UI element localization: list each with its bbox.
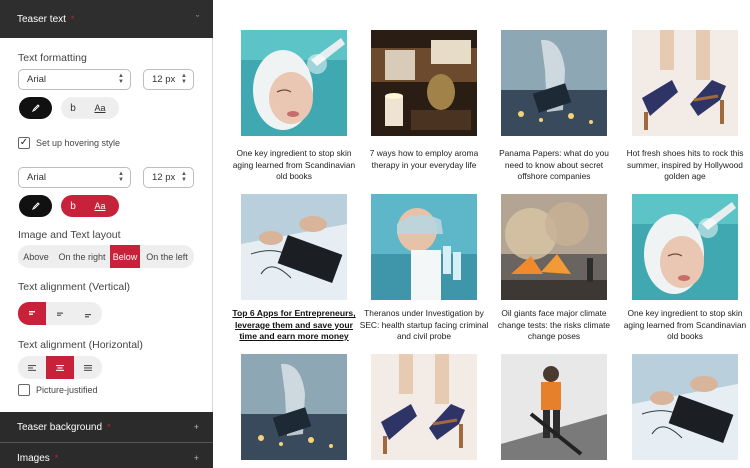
teaser-caption[interactable]: Hot fresh shoes hits to rock this summer… [620,148,750,183]
teaser-caption[interactable]: Top 6 Apps for Entrepreneurs, leverage t… [229,308,359,343]
align-middle-icon [57,312,63,316]
align-center-icon [56,364,64,371]
hover-font-family-select[interactable]: Arial ▲ ▼ [18,167,131,188]
images-section-header[interactable]: Images * + [0,443,213,468]
teaser-image[interactable] [241,194,347,300]
text-style-toggle: b Aa [61,97,119,119]
required-mark: * [54,453,59,463]
hover-style-checkbox[interactable]: ✓ [18,137,30,149]
teaser-caption[interactable]: Oil giants face major climate change tes… [489,308,619,343]
hover-text-style-toggle: b Aa [61,195,119,217]
select-arrows-icon: ▲ ▼ [118,171,124,183]
text-color-button[interactable] [19,97,52,119]
layout-segmented-control: Above On the right Below On the left [18,245,194,268]
section-title: Teaser text [17,13,66,25]
font-family-select[interactable]: Arial ▲ ▼ [18,69,131,90]
hover-text-color-button[interactable] [19,195,52,217]
font-family-value: Arial [27,172,47,183]
font-size-value: 12 px [152,74,176,85]
teaser-caption[interactable]: One key ingredient to stop skin aging le… [229,148,359,183]
teaser-image[interactable] [241,30,347,136]
pencil-icon [31,104,40,113]
font-size-value: 12 px [152,172,176,183]
teaser-image[interactable] [371,30,477,136]
layout-option-below[interactable]: Below [110,245,140,268]
teaser-caption[interactable]: One key ingredient to stop skin aging le… [620,308,750,343]
teaser-image[interactable] [632,354,738,460]
align-left-icon [28,364,36,371]
align-justify-button[interactable] [74,356,102,379]
teaser-image[interactable] [241,354,347,460]
align-top-icon [29,310,35,315]
teaser-image[interactable] [632,30,738,136]
layout-option-above[interactable]: Above [18,245,54,268]
section-title: Images [17,452,50,464]
teaser-image[interactable] [632,194,738,300]
pencil-icon [31,202,40,211]
hover-style-label: Set up hovering style [36,138,121,148]
settings-sidebar: Teaser text * ˇ Text formatting Arial ▲ ▼… [0,0,213,468]
underline-toggle[interactable]: Aa [85,201,115,211]
select-arrows-icon: ▲ ▼ [181,171,187,183]
align-top-button[interactable] [18,302,46,325]
teaser-caption[interactable]: Panama Papers: what do you need to know … [489,148,619,183]
required-mark: * [107,422,111,432]
layout-option-left[interactable]: On the left [140,245,194,268]
expand-plus-icon[interactable]: + [194,453,199,463]
teaser-image[interactable] [371,354,477,460]
picture-justified-checkbox[interactable] [18,384,30,396]
hover-font-size-select[interactable]: 12 px ▲ ▼ [143,167,194,188]
vertical-alignment-label: Text alignment (Vertical) [18,281,131,293]
horizontal-alignment-label: Text alignment (Horizontal) [18,339,143,351]
section-title: Teaser background [17,421,103,433]
required-mark: * [70,14,75,24]
horizontal-alignment-group [18,356,102,379]
teaser-caption[interactable]: Theranos under Investigation by SEC: hea… [359,308,489,343]
teaser-image[interactable] [501,30,607,136]
bold-toggle[interactable]: b [61,201,85,212]
font-family-value: Arial [27,74,47,85]
align-center-button[interactable] [46,356,74,379]
teaser-image[interactable] [501,194,607,300]
align-bottom-button[interactable] [74,302,102,325]
layout-option-right[interactable]: On the right [54,245,110,268]
select-arrows-icon: ▲ ▼ [118,73,124,85]
underline-toggle[interactable]: Aa [85,103,115,113]
align-justify-icon [84,364,92,371]
align-middle-button[interactable] [46,302,74,325]
text-formatting-label: Text formatting [18,52,87,64]
teaser-image[interactable] [371,194,477,300]
expand-plus-icon[interactable]: + [194,422,199,432]
teaser-image[interactable] [501,354,607,460]
collapse-chevron-icon[interactable]: ˇ [196,14,199,24]
select-arrows-icon: ▲ ▼ [181,73,187,85]
teaser-text-section-header[interactable]: Teaser text * ˇ [0,0,213,38]
align-bottom-icon [85,313,91,317]
layout-label: Image and Text layout [18,229,121,241]
teaser-background-section-header[interactable]: Teaser background * + [0,412,213,442]
font-size-select[interactable]: 12 px ▲ ▼ [143,69,194,90]
align-left-button[interactable] [18,356,46,379]
vertical-alignment-group [18,302,102,325]
teaser-caption[interactable]: 7 ways how to employ aroma therapy in yo… [359,148,489,171]
picture-justified-label: Picture-justified [36,385,98,395]
bold-toggle[interactable]: b [61,103,85,114]
